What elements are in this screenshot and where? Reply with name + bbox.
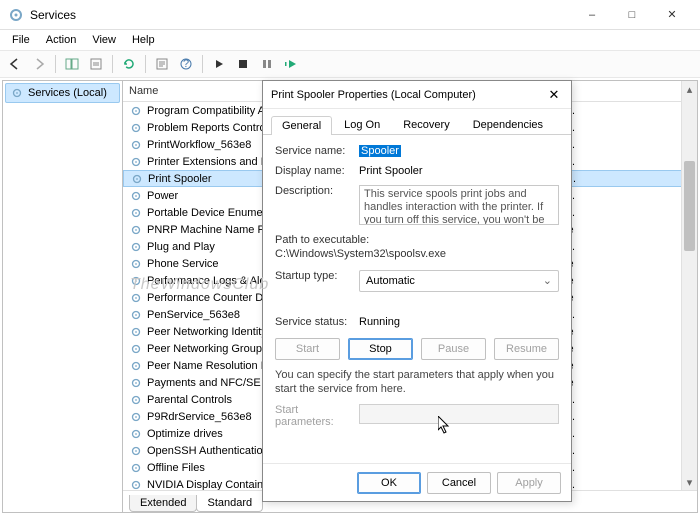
start-params-note: You can specify the start parameters tha… [275,368,559,397]
gear-icon [129,393,143,407]
menu-file[interactable]: File [4,32,38,48]
dialog-titlebar: Print Spooler Properties (Local Computer… [263,81,571,109]
value-service-status: Running [359,316,559,328]
tree-root-label: Services (Local) [28,87,107,99]
ok-button[interactable]: OK [357,472,421,494]
gear-icon [129,325,143,339]
value-display-name: Print Spooler [359,165,559,177]
gear-icon [129,444,143,458]
gear-icon [129,410,143,424]
nav-back-icon[interactable] [4,53,26,75]
dialog-tabs: General Log On Recovery Dependencies [263,109,571,135]
gear-icon [129,155,143,169]
start-service-icon[interactable] [208,53,230,75]
label-description: Description: [275,185,359,197]
scroll-thumb[interactable] [684,161,695,251]
pause-service-icon[interactable] [256,53,278,75]
gear-icon [130,172,144,186]
start-params-input [359,404,559,424]
label-start-params: Start parameters: [275,404,359,428]
scroll-down-icon[interactable]: ▾ [682,474,697,490]
dialog-body: Service name: Spooler Display name: Prin… [263,135,571,463]
value-service-name[interactable]: Spooler [359,145,401,157]
resume-button: Resume [494,338,559,360]
gear-icon [129,138,143,152]
tree-root-item[interactable]: Services (Local) [5,83,120,103]
nav-forward-icon[interactable] [28,53,50,75]
path-block: Path to executable: C:\Windows\System32\… [275,233,559,262]
dialog-title: Print Spooler Properties (Local Computer… [271,89,545,101]
label-display-name: Display name: [275,165,359,177]
label-startup-type: Startup type: [275,270,359,282]
services-icon [8,7,24,23]
chevron-down-icon: ⌄ [543,274,552,287]
scrollbar[interactable]: ▴ ▾ [681,81,697,490]
gear-icon [129,461,143,475]
tab-logon[interactable]: Log On [333,115,391,134]
minimize-button[interactable]: – [572,1,612,29]
export-list-icon[interactable] [85,53,107,75]
gear-icon [129,121,143,135]
refresh-icon[interactable] [118,53,140,75]
dialog-close-icon[interactable]: ✕ [545,86,563,104]
description-textbox[interactable]: This service spools print jobs and handl… [359,185,559,225]
gear-icon [129,376,143,390]
svg-text:?: ? [183,58,189,70]
properties-icon[interactable] [151,53,173,75]
tab-recovery[interactable]: Recovery [392,115,460,134]
gear-icon [10,86,24,100]
gear-icon [129,308,143,322]
gear-icon [129,291,143,305]
stop-service-icon[interactable] [232,53,254,75]
gear-icon [129,257,143,271]
gear-icon [129,274,143,288]
gear-icon [129,104,143,118]
titlebar: Services – □ ✕ [0,0,700,30]
menu-action[interactable]: Action [38,32,85,48]
toolbar-separator [112,55,113,73]
service-control-buttons: Start Stop Pause Resume [275,338,559,360]
dialog-footer: OK Cancel Apply [263,463,571,501]
toolbar: ? [0,50,700,78]
properties-dialog: Print Spooler Properties (Local Computer… [262,80,572,502]
tab-extended[interactable]: Extended [129,495,197,512]
start-button: Start [275,338,340,360]
pause-button: Pause [421,338,486,360]
show-hide-tree-icon[interactable] [61,53,83,75]
window-title: Services [30,8,572,22]
label-service-status: Service status: [275,316,359,328]
menu-view[interactable]: View [84,32,124,48]
gear-icon [129,223,143,237]
scroll-up-icon[interactable]: ▴ [682,81,697,97]
cancel-button[interactable]: Cancel [427,472,491,494]
gear-icon [129,342,143,356]
gear-icon [129,206,143,220]
value-path: C:\Windows\System32\spoolsv.exe [275,247,559,261]
gear-icon [129,427,143,441]
tab-general[interactable]: General [271,116,332,135]
menubar: File Action View Help [0,30,700,50]
restart-service-icon[interactable] [280,53,302,75]
gear-icon [129,240,143,254]
toolbar-separator [55,55,56,73]
label-path: Path to executable: [275,233,559,247]
maximize-button[interactable]: □ [612,1,652,29]
toolbar-separator [145,55,146,73]
gear-icon [129,359,143,373]
startup-type-value: Automatic [366,275,415,287]
close-button[interactable]: ✕ [652,1,692,29]
label-service-name: Service name: [275,145,359,157]
apply-button: Apply [497,472,561,494]
tab-dependencies[interactable]: Dependencies [462,115,554,134]
startup-type-combo[interactable]: Automatic ⌄ [359,270,559,292]
tab-standard[interactable]: Standard [196,495,263,512]
menu-help[interactable]: Help [124,32,163,48]
help-icon[interactable]: ? [175,53,197,75]
tree-pane: Services (Local) [3,81,123,512]
toolbar-separator [202,55,203,73]
gear-icon [129,189,143,203]
gear-icon [129,478,143,491]
stop-button[interactable]: Stop [348,338,413,360]
